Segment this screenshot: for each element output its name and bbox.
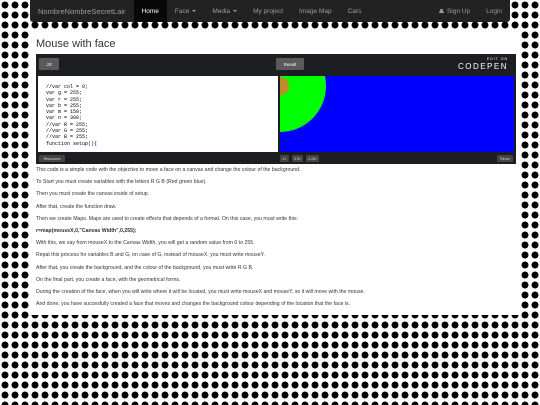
brand-link[interactable]: NombreNombreSecretLair — [30, 7, 134, 16]
paragraph: Then we create Maps. Maps are used to cr… — [36, 215, 299, 222]
tab-result[interactable]: Result — [276, 58, 304, 70]
paragraph: And done, you have succesfully created a… — [36, 301, 351, 308]
zoom-1x-button[interactable]: 1× — [280, 155, 289, 162]
result-drawing — [280, 76, 514, 152]
user-icon — [438, 8, 444, 14]
nav-my-project[interactable]: My project — [245, 0, 291, 22]
paragraph: To Start you must create variables with … — [36, 179, 207, 186]
result-canvas[interactable] — [280, 76, 514, 152]
js-code: //var col = 0; var g = 255; var r = 255;… — [46, 84, 98, 147]
sign-up-link[interactable]: Sign Up — [431, 0, 478, 22]
codepen-header: JS Result EDIT ON CODEPEN — [36, 54, 516, 74]
nav-media-dropdown[interactable]: Media — [204, 0, 245, 22]
sign-up-label: Sign Up — [446, 7, 471, 15]
article-body: This code is a simple code with the obje… — [36, 167, 512, 313]
caret-down-icon — [192, 10, 197, 12]
nav-home[interactable]: Home — [133, 0, 167, 22]
edit-on-label: EDIT ON — [486, 57, 508, 61]
zoom-0-25x-button[interactable]: 0.25× — [306, 155, 319, 162]
codepen-logo[interactable]: EDIT ON CODEPEN — [458, 57, 508, 71]
paragraph: During the creation of the face, when yo… — [36, 288, 365, 295]
top-navbar: NombreNombreSecretLair Home Face Media M… — [30, 0, 510, 22]
paragraph: On the final part, you create a face, wi… — [36, 276, 181, 283]
formula-line: r=map(mouseX,0,"Canvas Width",0,255); — [36, 227, 137, 234]
caret-down-icon — [233, 10, 238, 12]
tab-js[interactable]: JS — [39, 58, 59, 70]
page-title: Mouse with face — [36, 38, 116, 50]
paragraph: Then you must create the canvas inside o… — [36, 191, 150, 198]
rerun-button[interactable]: Rerun — [497, 155, 513, 162]
paragraph: After that, you create the background, a… — [36, 264, 254, 271]
js-code-pane[interactable]: //var col = 0; var g = 255; var r = 255;… — [38, 76, 278, 152]
paragraph: Repat this process for variables B and G… — [36, 252, 265, 259]
nav-face-label: Face — [174, 7, 190, 15]
codepen-wordmark: CODEPEN — [457, 62, 508, 71]
login-link[interactable]: Login — [478, 0, 510, 22]
nav-image-map[interactable]: Image Map — [291, 0, 340, 22]
zoom-0-5x-button[interactable]: 0.5× — [292, 155, 303, 162]
nav-cars[interactable]: Cars — [340, 0, 370, 22]
nav-face-dropdown[interactable]: Face — [167, 0, 204, 22]
main-content: Mouse with face JS Result EDIT ON CODEPE… — [30, 30, 520, 315]
paragraph: After that, create the function draw. — [36, 203, 117, 210]
codepen-footer: Resources 1× 0.5× 0.25× Rerun — [36, 153, 516, 164]
nav-media-label: Media — [212, 7, 231, 15]
resources-button[interactable]: Resources — [39, 155, 65, 162]
paragraph: This code is a simple code with the obje… — [36, 167, 301, 173]
codepen-embed: JS Result EDIT ON CODEPEN //var col = 0;… — [36, 54, 516, 164]
paragraph: With this, we say from mouseX to the Can… — [36, 240, 255, 247]
